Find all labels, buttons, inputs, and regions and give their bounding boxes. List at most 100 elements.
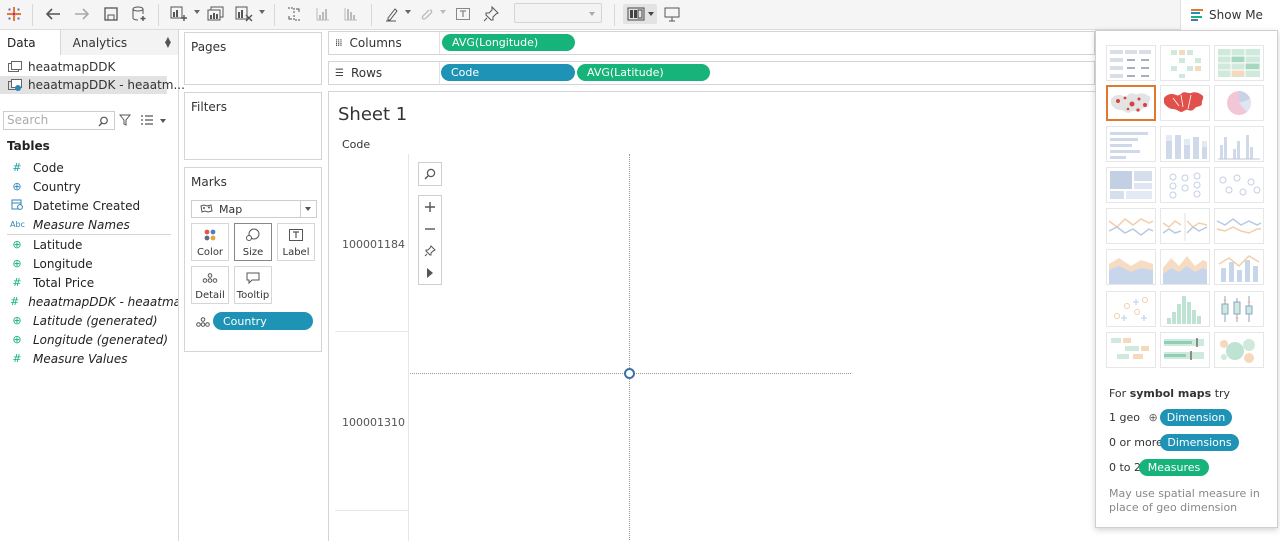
fit-dropdown[interactable] <box>514 3 602 23</box>
chart-type-packed-bubbles[interactable] <box>1214 332 1264 368</box>
tooltip-icon <box>246 269 260 287</box>
chevron-down-icon[interactable] <box>160 119 166 123</box>
chart-type-heat-map[interactable] <box>1160 45 1210 81</box>
vertical-reference-line <box>629 154 630 541</box>
field-longitude-generated[interactable]: ⊕ Longitude (generated) <box>0 330 178 349</box>
expand-toolbar-button[interactable] <box>419 262 441 284</box>
tooltip-button[interactable]: Tooltip <box>234 266 272 304</box>
field-record-count[interactable]: # heaatmapDDK - heaatma... <box>0 292 178 311</box>
field-datetime-created[interactable]: Datetime Created <box>0 196 178 215</box>
highlight-icon[interactable] <box>382 4 402 24</box>
tooltip-label: Tooltip <box>236 290 270 301</box>
chart-type-lines-discrete[interactable] <box>1160 208 1210 244</box>
pill-label: Country <box>223 314 267 328</box>
datasource-item-selected[interactable]: heaatmapDDK - heaatm... <box>0 76 185 94</box>
filter-icon[interactable] <box>118 114 132 129</box>
chart-type-scatter-plot[interactable] <box>1106 291 1156 327</box>
sheet-title[interactable]: Sheet 1 <box>338 104 407 125</box>
avg-longitude-pill[interactable]: AVG(Longitude) <box>442 34 575 51</box>
chart-type-pie[interactable] <box>1214 85 1264 121</box>
color-button[interactable]: Color <box>191 223 229 261</box>
swap-rows-columns-icon[interactable] <box>284 4 304 24</box>
chart-type-stacked-bars[interactable] <box>1160 126 1210 162</box>
map-data-point[interactable] <box>624 368 635 379</box>
chart-type-area-discrete[interactable] <box>1160 249 1210 285</box>
chart-type-gantt-chart[interactable] <box>1106 332 1156 368</box>
save-icon[interactable] <box>101 4 121 24</box>
group-members-icon[interactable] <box>416 4 436 24</box>
chart-type-bullet-graph[interactable] <box>1160 332 1210 368</box>
detail-button[interactable]: Detail <box>191 266 229 304</box>
field-measure-names[interactable]: Abc Measure Names <box>0 215 178 234</box>
label-icon <box>289 226 303 244</box>
new-worksheet-icon[interactable] <box>168 4 190 24</box>
row-label[interactable]: 100001310 <box>342 416 405 429</box>
tab-data[interactable]: Data <box>0 30 60 55</box>
new-worksheet-dropdown-icon[interactable] <box>194 10 200 14</box>
chart-type-circle-views[interactable] <box>1160 167 1210 203</box>
map-search-button[interactable] <box>419 163 441 185</box>
chart-type-horizontal-bars[interactable] <box>1106 126 1156 162</box>
size-button[interactable]: Size <box>234 223 272 261</box>
highlight-dropdown-icon[interactable] <box>405 10 411 14</box>
globe-icon: ⊕ <box>12 180 22 193</box>
clear-sheet-dropdown-icon[interactable] <box>259 10 265 14</box>
chart-type-symbol-map[interactable] <box>1106 85 1156 121</box>
chart-type-filled-map[interactable] <box>1160 85 1210 121</box>
row-header-code[interactable]: Code <box>342 138 370 151</box>
zoom-out-button[interactable] <box>419 218 441 240</box>
country-detail-pill[interactable]: Country <box>213 312 313 330</box>
presentation-mode-icon[interactable] <box>662 4 682 24</box>
field-list: # Code ⊕ Country Datetime Created Abc Me… <box>0 158 178 368</box>
datasource-item[interactable]: heaatmapDDK <box>0 58 178 76</box>
avg-latitude-pill[interactable]: AVG(Latitude) <box>577 64 710 81</box>
clear-sheet-icon[interactable] <box>233 4 255 24</box>
duplicate-sheet-icon[interactable] <box>205 4 227 24</box>
columns-shelf[interactable]: ⁞⁞⁞ Columns AVG(Longitude) <box>328 31 1095 55</box>
chart-type-treemap[interactable] <box>1106 167 1156 203</box>
tab-analytics[interactable]: Analytics ▲ ▼ <box>59 30 178 55</box>
code-pill[interactable]: Code <box>441 64 575 81</box>
worksheet-view: Sheet 1 Code 100001184 100001310 <box>328 91 1095 541</box>
label-button[interactable]: Label <box>277 223 315 261</box>
undo-icon[interactable] <box>42 4 64 24</box>
field-country[interactable]: ⊕ Country <box>0 177 178 196</box>
chart-type-histogram[interactable] <box>1160 291 1210 327</box>
zoom-in-button[interactable] <box>419 196 441 218</box>
pages-shelf[interactable]: Pages <box>184 32 322 85</box>
chart-type-highlight-table[interactable] <box>1214 45 1264 81</box>
field-latitude-generated[interactable]: ⊕ Latitude (generated) <box>0 311 178 330</box>
field-longitude[interactable]: ⊕ Longitude <box>0 254 178 273</box>
chart-type-dual-lines[interactable] <box>1214 208 1264 244</box>
show-me-icon <box>1191 9 1203 21</box>
tableau-logo-icon[interactable] <box>6 4 22 24</box>
chart-type-lines-continuous[interactable] <box>1106 208 1156 244</box>
mark-type-dropdown[interactable]: Map <box>191 200 317 218</box>
show-me-button[interactable]: Show Me <box>1180 0 1280 30</box>
chart-type-side-by-side-bars[interactable] <box>1214 126 1264 162</box>
sort-descending-icon[interactable] <box>341 4 361 24</box>
chart-type-text-table[interactable] <box>1106 45 1156 81</box>
row-label[interactable]: 100001184 <box>342 238 405 251</box>
field-measure-values[interactable]: # Measure Values <box>0 349 178 368</box>
show-cards-button[interactable] <box>623 4 657 24</box>
redo-icon[interactable] <box>71 4 93 24</box>
sort-ascending-icon[interactable] <box>313 4 333 24</box>
view-options-icon[interactable] <box>140 114 154 129</box>
new-datasource-icon[interactable] <box>129 4 149 24</box>
filters-shelf[interactable]: Filters <box>184 92 322 160</box>
chart-type-box-and-whisker[interactable] <box>1214 291 1264 327</box>
chart-type-side-by-side-circles[interactable] <box>1214 167 1264 203</box>
data-pane-tabs: Data Analytics ▲ ▼ <box>0 30 178 55</box>
chart-type-dual-combination[interactable] <box>1214 249 1264 285</box>
group-dropdown-icon[interactable] <box>440 10 446 14</box>
field-latitude[interactable]: ⊕ Latitude <box>0 235 178 254</box>
pin-map-button[interactable] <box>419 240 441 262</box>
field-total-price[interactable]: # Total Price <box>0 273 178 292</box>
rows-shelf[interactable]: ☰ Rows Code AVG(Latitude) <box>328 61 1095 85</box>
search-input[interactable]: Search <box>3 111 115 130</box>
chart-type-area-continuous[interactable] <box>1106 249 1156 285</box>
fix-axes-pin-icon[interactable] <box>481 4 501 24</box>
field-code[interactable]: # Code <box>0 158 178 177</box>
show-labels-icon[interactable] <box>453 4 473 24</box>
